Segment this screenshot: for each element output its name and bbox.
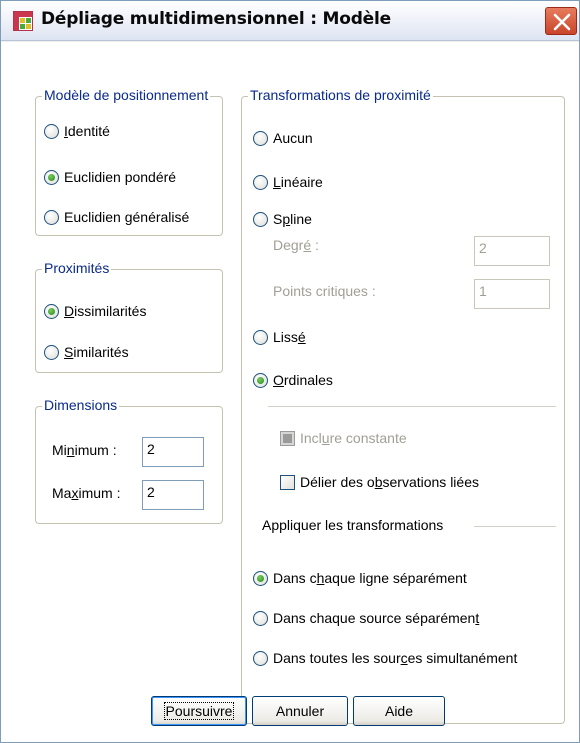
continue-button[interactable]: Poursuivre bbox=[151, 696, 247, 726]
minimum-input[interactable]: 2 bbox=[142, 437, 204, 467]
radio-circle[interactable] bbox=[44, 344, 59, 360]
help-button[interactable]: Aide bbox=[353, 696, 445, 726]
checkbox-include-constant[interactable]: Inclure constante bbox=[280, 430, 407, 446]
separator bbox=[474, 526, 556, 527]
degree-input[interactable]: 2 bbox=[474, 236, 550, 266]
transformations-group: Transformations de proximité Aucun Linéa… bbox=[241, 87, 565, 724]
radio-ordinal[interactable]: Ordinales bbox=[253, 372, 333, 388]
radio-linear[interactable]: Linéaire bbox=[253, 174, 323, 190]
cancel-button[interactable]: Annuler bbox=[252, 696, 348, 726]
knots-label: Points critiques : bbox=[273, 283, 376, 299]
dimensions-group-title: Dimensions bbox=[42, 397, 120, 413]
checkbox-box[interactable] bbox=[280, 474, 295, 490]
radio-circle[interactable] bbox=[44, 209, 59, 225]
radio-weighted-euclidean[interactable]: Euclidien pondéré bbox=[44, 169, 176, 185]
checkbox-untie-ties[interactable]: Délier des observations liées bbox=[280, 474, 479, 490]
radio-circle[interactable] bbox=[253, 174, 268, 190]
radio-circle[interactable] bbox=[253, 130, 268, 146]
dialog-body: Modèle de positionnement Identité Euclid… bbox=[1, 42, 579, 742]
dialog-window: Dépliage multidimensionnel : Modèle Modè… bbox=[0, 0, 580, 743]
radio-each-row[interactable]: Dans chaque ligne séparément bbox=[253, 570, 467, 586]
radio-similarities[interactable]: Similarités bbox=[44, 344, 129, 360]
apply-transformations-label: Appliquer les transformations bbox=[262, 517, 444, 533]
radio-circle[interactable] bbox=[44, 123, 59, 139]
separator bbox=[268, 406, 556, 407]
radio-generalized-euclidean[interactable]: Euclidien généralisé bbox=[44, 209, 189, 225]
transformations-group-title: Transformations de proximité bbox=[248, 87, 433, 103]
proximities-group-title: Proximités bbox=[42, 260, 112, 276]
knots-input[interactable]: 1 bbox=[474, 279, 550, 309]
radio-all-sources[interactable]: Dans toutes les sources simultanément bbox=[253, 650, 517, 666]
radio-circle[interactable] bbox=[253, 211, 268, 227]
minimum-label: Minimum : bbox=[52, 442, 117, 458]
radio-identity[interactable]: Identité bbox=[44, 123, 110, 139]
proximities-group: Proximités Dissimilarités Similarités bbox=[35, 260, 223, 373]
close-button[interactable] bbox=[545, 7, 577, 35]
degree-label: Degré : bbox=[273, 237, 319, 253]
maximum-label: Maximum : bbox=[52, 485, 121, 501]
title-bar[interactable]: Dépliage multidimensionnel : Modèle bbox=[1, 1, 579, 41]
radio-circle[interactable] bbox=[253, 650, 268, 666]
radio-circle[interactable] bbox=[253, 329, 268, 345]
radio-circle-selected[interactable] bbox=[44, 169, 59, 185]
radio-circle[interactable] bbox=[253, 610, 268, 626]
radio-none[interactable]: Aucun bbox=[253, 130, 313, 146]
radio-smooth[interactable]: Lissé bbox=[253, 329, 306, 345]
model-group-title: Modèle de positionnement bbox=[42, 87, 211, 103]
close-icon bbox=[553, 13, 571, 31]
radio-circle-selected[interactable] bbox=[44, 303, 59, 319]
radio-spline[interactable]: Spline bbox=[253, 211, 312, 227]
radio-dissimilarities[interactable]: Dissimilarités bbox=[44, 303, 146, 319]
checkbox-box[interactable] bbox=[280, 430, 295, 446]
window-title: Dépliage multidimensionnel : Modèle bbox=[41, 9, 391, 29]
radio-circle-selected[interactable] bbox=[253, 372, 268, 388]
radio-circle-selected[interactable] bbox=[253, 570, 268, 586]
table-icon bbox=[13, 11, 33, 31]
dimensions-group: Dimensions Minimum : 2 Maximum : 2 bbox=[35, 397, 223, 524]
model-group: Modèle de positionnement Identité Euclid… bbox=[35, 87, 223, 236]
maximum-input[interactable]: 2 bbox=[142, 480, 204, 510]
radio-each-source[interactable]: Dans chaque source séparément bbox=[253, 610, 479, 626]
